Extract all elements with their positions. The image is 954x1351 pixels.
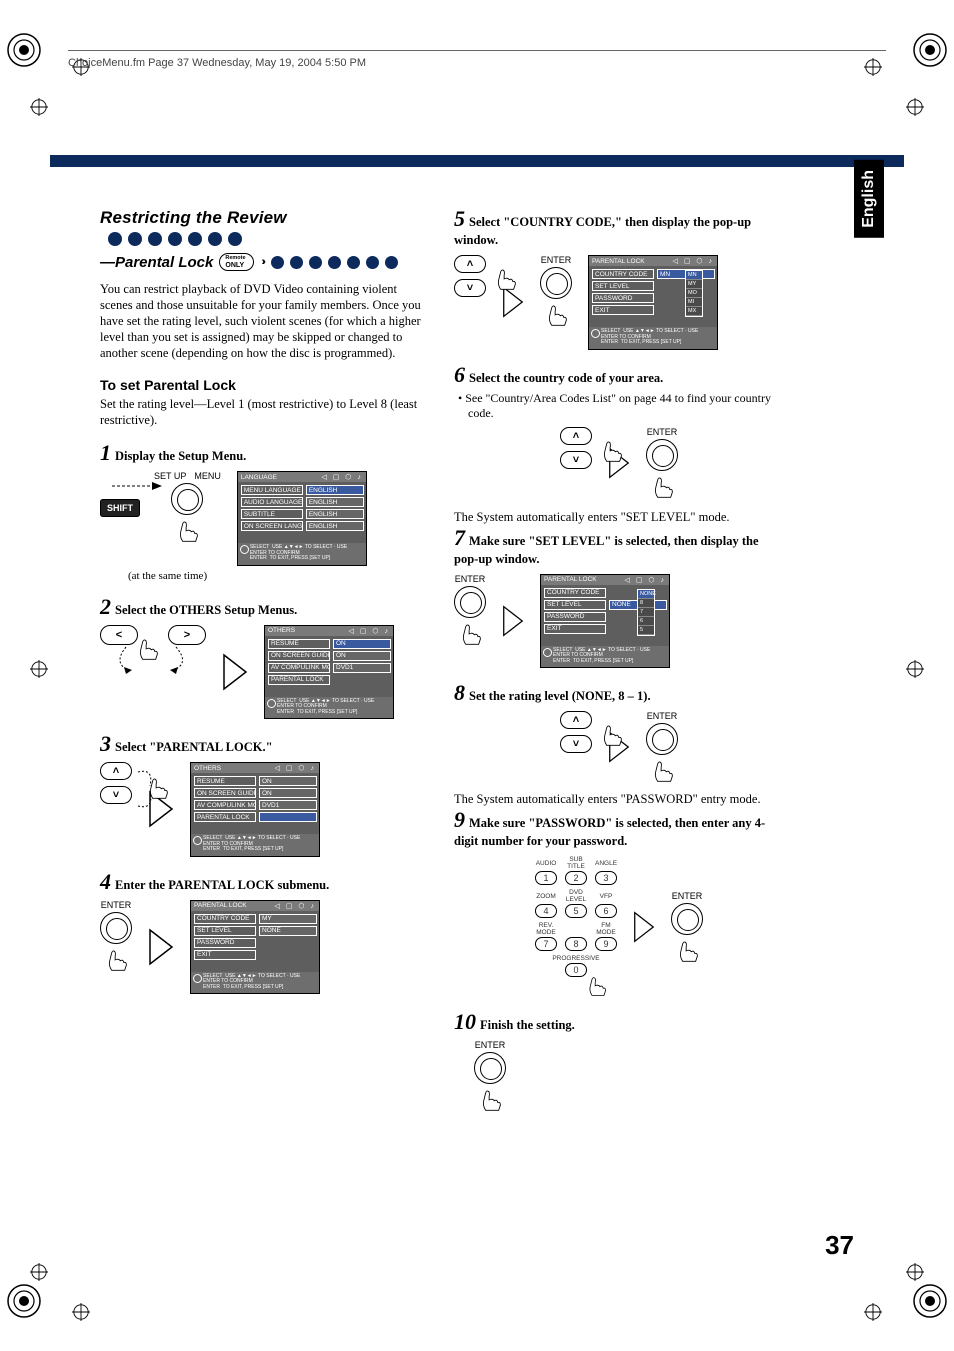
numpad-figure: AUDIOSUB TITLEANGLE123ZOOMDVD LEVELVFP45… <box>535 856 617 997</box>
big-arrow-icon <box>502 286 524 318</box>
big-arrow-icon <box>633 911 655 943</box>
step-10: 10 Finish the setting. ENTER <box>454 1011 784 1112</box>
crop-mark-icon <box>30 660 48 678</box>
right-button: > <box>168 625 206 645</box>
enter-button <box>540 267 572 299</box>
shift-button: SHIFT <box>100 499 140 517</box>
enter-button <box>474 1052 506 1084</box>
screen-parental-lock: PARENTAL LOCK◁ ▢ ⬡ ♪COUNTRY CODEMNSET LE… <box>588 255 718 350</box>
finger-icon <box>598 721 624 747</box>
step9-pre: The System automatically enters "PASSWOR… <box>454 791 784 807</box>
up-button: ˄ <box>560 427 592 445</box>
double-chevron-icon: ›› <box>262 256 263 268</box>
step-6: 6 Select the country code of your area. … <box>454 364 784 499</box>
enter-button <box>646 439 678 471</box>
up-button: ˄ <box>454 255 486 273</box>
screen-language: LANGUAGE◁ ▢ ⬡ ♪MENU LANGUAGEENGLISHAUDIO… <box>237 471 367 566</box>
big-arrow-icon <box>148 928 174 966</box>
enter-label: ENTER <box>455 574 486 584</box>
page-header: ChoiceMenu.fm Page 37 Wednesday, May 19,… <box>68 50 886 69</box>
step1-caption: (at the same time) <box>128 570 430 582</box>
ring-corner-icon <box>4 30 44 70</box>
step-3: 3 Select "PARENTAL LOCK." ˄ ˅ OTHERS◁ ▢ … <box>100 733 430 857</box>
step-7: 7 Make sure "SET LEVEL" is selected, the… <box>454 527 784 669</box>
page-number: 37 <box>825 1230 854 1261</box>
up-button: ˄ <box>560 711 592 729</box>
finger-icon <box>649 757 675 783</box>
up-button: ˄ <box>100 762 132 780</box>
section-subtitle: —Parental Lock Remote ONLY ›› <box>100 253 430 271</box>
down-button: ˅ <box>454 279 486 297</box>
big-arrow-icon <box>222 653 248 691</box>
enter-button <box>671 903 703 935</box>
crop-mark-icon <box>30 98 48 116</box>
setup-label: SET UP <box>154 471 186 481</box>
section-subtitle-text: —Parental Lock <box>100 254 213 271</box>
screen-others: OTHERS◁ ▢ ⬡ ♪RESUMEONON SCREEN GUIDEONAV… <box>190 762 320 857</box>
subhead: To set Parental Lock <box>100 377 430 393</box>
dashed-arrow-icon <box>112 482 162 500</box>
step-4: 4 Enter the PARENTAL LOCK submenu. ENTER… <box>100 871 430 995</box>
ring-corner-icon <box>910 1281 950 1321</box>
setup-button <box>171 483 203 515</box>
ring-corner-icon <box>910 30 950 70</box>
finger-icon <box>674 937 700 963</box>
step-2: 2 Select the OTHERS Setup Menus. < > OTH… <box>100 596 430 720</box>
intro-text: You can restrict playback of DVD Video c… <box>100 281 430 361</box>
enter-label: ENTER <box>647 711 678 721</box>
left-button: < <box>100 625 138 645</box>
finger-icon <box>174 517 200 543</box>
enter-label: ENTER <box>101 900 132 910</box>
finger-icon <box>649 473 675 499</box>
section-title-text: Restricting the Review <box>100 208 287 227</box>
screen-parental-lock: PARENTAL LOCK◁ ▢ ⬡ ♪COUNTRY CODEMYSET LE… <box>190 900 320 995</box>
crop-mark-icon <box>72 1303 90 1321</box>
step7-pre: The System automatically enters "SET LEV… <box>454 509 784 525</box>
down-button: ˅ <box>560 735 592 753</box>
finger-icon <box>134 635 160 661</box>
screen-parental-lock: PARENTAL LOCK◁ ▢ ⬡ ♪COUNTRY CODESET LEVE… <box>540 574 670 669</box>
crop-mark-icon <box>906 660 924 678</box>
menu-label: MENU <box>194 471 221 481</box>
crop-mark-icon <box>906 98 924 116</box>
enter-button <box>646 723 678 755</box>
step-1: 1 Display the Setup Menu. SHIFT SET UP M… <box>100 442 430 582</box>
crop-mark-icon <box>864 1303 882 1321</box>
finger-icon <box>144 774 170 800</box>
big-arrow-icon <box>502 605 524 637</box>
dot-strip-icon <box>108 232 242 246</box>
banner <box>50 155 904 167</box>
enter-button <box>454 586 486 618</box>
crop-mark-icon <box>906 1263 924 1281</box>
finger-icon <box>598 437 624 463</box>
step-5: 5 Select "COUNTRY CODE," then display th… <box>454 208 784 350</box>
finger-icon <box>543 301 569 327</box>
section-title: Restricting the Review <box>100 208 430 248</box>
enter-label: ENTER <box>541 255 572 265</box>
enter-label: ENTER <box>475 1040 506 1050</box>
step-9: 9 Make sure "PASSWORD" is selected, then… <box>454 809 784 997</box>
step6-bullet: • See "Country/Area Codes List" on page … <box>468 391 784 421</box>
screen-others: OTHERS◁ ▢ ⬡ ♪RESUMEONON SCREEN GUIDEONAV… <box>264 625 394 720</box>
enter-label: ENTER <box>672 891 703 901</box>
finger-icon <box>457 620 483 646</box>
finger-icon <box>492 265 518 291</box>
dot-strip-icon <box>271 256 398 269</box>
ring-corner-icon <box>4 1281 44 1321</box>
remote-only-badge: Remote ONLY <box>219 253 253 271</box>
finger-icon <box>477 1086 503 1112</box>
crop-mark-icon <box>30 1263 48 1281</box>
enter-label: ENTER <box>647 427 678 437</box>
enter-button <box>100 912 132 944</box>
step-8: 8 Set the rating level (NONE, 8 – 1). ˄ … <box>454 682 784 783</box>
down-button: ˅ <box>100 786 132 804</box>
down-button: ˅ <box>560 451 592 469</box>
finger-icon <box>103 946 129 972</box>
subhead-body: Set the rating level—Level 1 (most restr… <box>100 396 430 428</box>
